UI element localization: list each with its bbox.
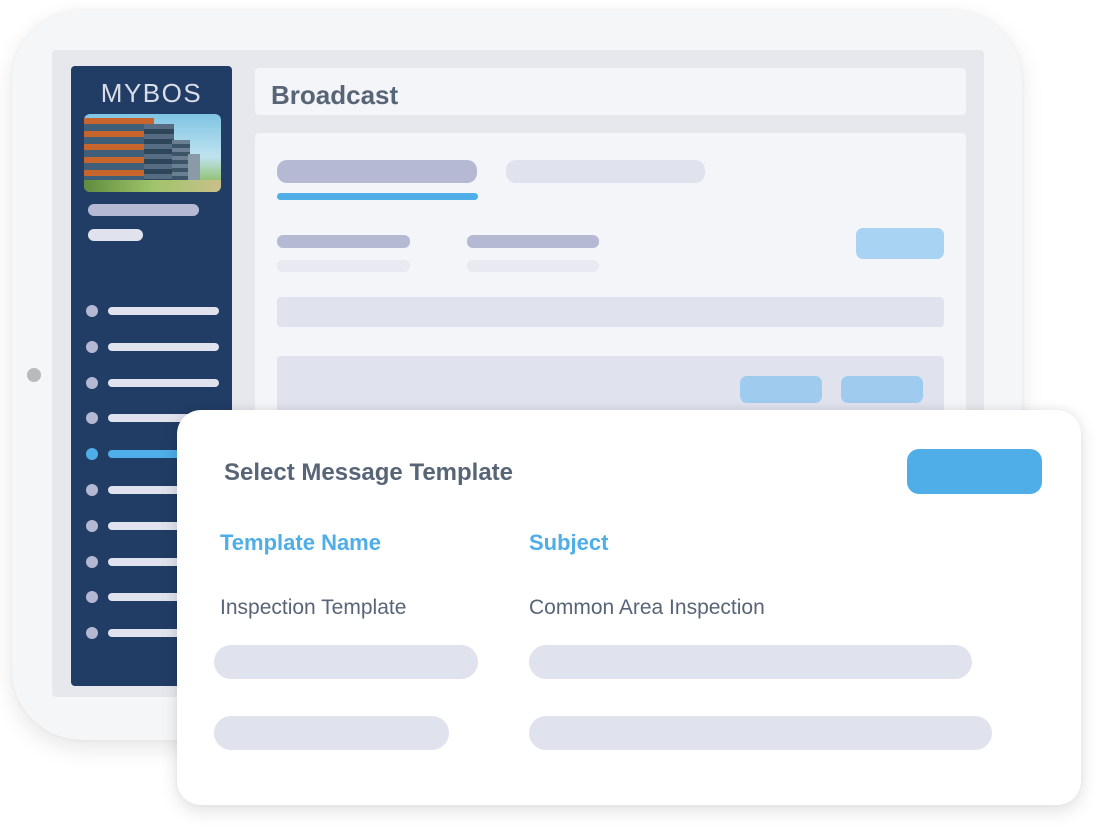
building-name-placeholder bbox=[88, 204, 199, 216]
skeleton-cell bbox=[529, 645, 972, 679]
nav-bullet-icon bbox=[86, 555, 98, 568]
toolbar-button-2[interactable] bbox=[841, 376, 923, 403]
tab-active[interactable] bbox=[277, 160, 477, 183]
nav-bullet-icon bbox=[86, 376, 98, 389]
nav-label-placeholder bbox=[108, 378, 219, 387]
nav-bullet-icon bbox=[86, 519, 98, 532]
field-label-placeholder bbox=[277, 235, 410, 248]
tab-inactive[interactable] bbox=[506, 160, 705, 183]
modal-confirm-button[interactable] bbox=[907, 449, 1042, 494]
select-template-modal: Select Message Template Template Name Su… bbox=[177, 410, 1081, 805]
cell-template-name: Inspection Template bbox=[220, 596, 407, 619]
cell-subject: Common Area Inspection bbox=[529, 596, 765, 619]
field-value-placeholder bbox=[467, 260, 599, 272]
field-label-placeholder bbox=[467, 235, 599, 248]
column-header-template-name[interactable]: Template Name bbox=[220, 530, 381, 556]
page-header: Broadcast bbox=[255, 68, 966, 115]
page-title: Broadcast bbox=[271, 80, 399, 110]
skeleton-cell bbox=[214, 645, 478, 679]
building-subtitle-placeholder bbox=[88, 229, 143, 241]
field-value-placeholder bbox=[277, 260, 410, 272]
toolbar-button-1[interactable] bbox=[740, 376, 822, 403]
skeleton-cell bbox=[214, 716, 449, 750]
tablet-home-button[interactable] bbox=[27, 368, 41, 382]
skeleton-cell bbox=[529, 716, 992, 750]
nav-label-placeholder bbox=[108, 307, 219, 315]
building-photo bbox=[84, 114, 221, 192]
action-button[interactable] bbox=[856, 228, 944, 259]
nav-bullet-icon bbox=[86, 305, 98, 317]
nav-bullet-icon bbox=[86, 484, 98, 496]
input-placeholder[interactable] bbox=[277, 297, 944, 327]
nav-bullet-icon bbox=[86, 340, 98, 353]
mybos-logo: MYBOS bbox=[100, 78, 203, 108]
column-header-subject[interactable]: Subject bbox=[529, 530, 608, 556]
nav-label-placeholder bbox=[108, 342, 219, 351]
tab-active-underline bbox=[277, 193, 478, 200]
modal-title: Select Message Template bbox=[224, 459, 514, 486]
